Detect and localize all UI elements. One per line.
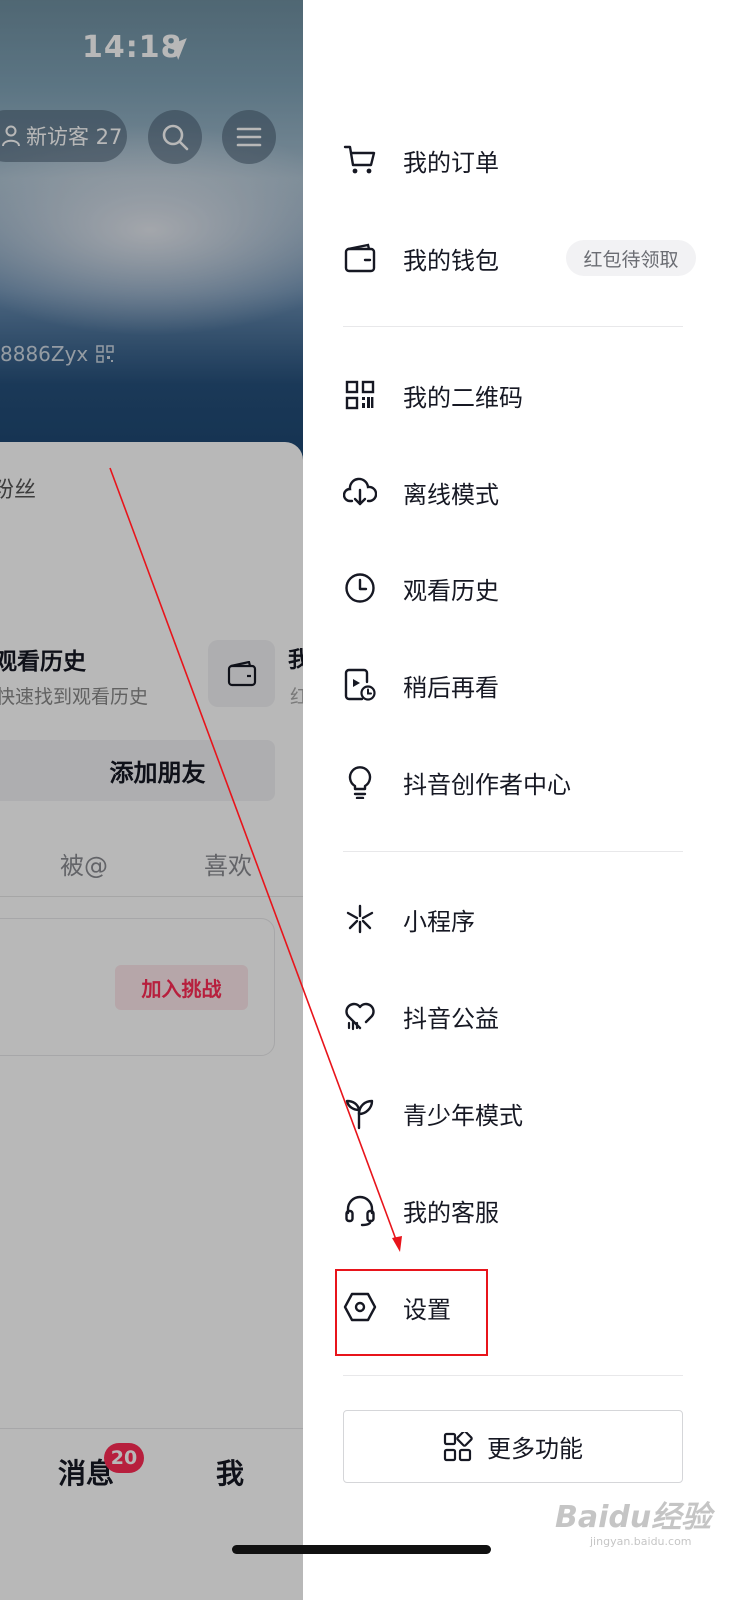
douyin-id-text: 8886Zyx <box>0 342 89 366</box>
red-packet-badge[interactable]: 红包待领取 <box>566 240 696 276</box>
annotation-highlight-box <box>335 1269 488 1356</box>
cloud-download-icon <box>338 470 382 514</box>
douyin-id: 8886Zyx <box>0 342 115 366</box>
menu-item-label: 稍后再看 <box>403 673 499 702</box>
mini-program-icon <box>338 897 382 941</box>
tab-likes[interactable]: 喜欢 <box>204 846 252 881</box>
headset-icon <box>338 1188 382 1232</box>
menu-item-label: 青少年模式 <box>403 1101 523 1130</box>
menu-item-label: 抖音创作者中心 <box>403 770 571 799</box>
charity-heart-icon <box>338 994 382 1038</box>
watermark-logo: Baidu经验 <box>555 1500 712 1535</box>
menu-item-label: 我的二维码 <box>403 383 523 412</box>
nav-me[interactable]: 我 <box>216 1452 244 1492</box>
wallet-icon <box>227 660 256 686</box>
menu-item-label: 观看历史 <box>403 576 499 605</box>
tabs-divider <box>0 896 303 897</box>
person-icon <box>2 125 20 147</box>
qrcode-small-icon[interactable] <box>96 345 115 363</box>
history-shortcut-subtitle: 快速找到观看历史 <box>0 686 149 708</box>
more-features-button[interactable]: 更多功能 <box>343 1410 683 1483</box>
menu-item-watch-later[interactable]: 稍后再看 <box>338 655 698 715</box>
sprout-icon <box>338 1091 382 1135</box>
clock-icon <box>338 566 382 610</box>
wallet-shortcut-title: 我 <box>288 648 303 673</box>
profile-banner <box>0 0 303 470</box>
menu-item-offline-mode[interactable]: 离线模式 <box>338 462 698 522</box>
menu-item-watch-history[interactable]: 观看历史 <box>338 558 698 618</box>
menu-item-teen-mode[interactable]: 青少年模式 <box>338 1083 698 1143</box>
wallet-icon <box>338 236 382 280</box>
tab-mentions[interactable]: 被@ <box>60 846 108 881</box>
menu-item-charity[interactable]: 抖音公益 <box>338 986 698 1046</box>
menu-divider <box>343 326 683 327</box>
wallet-shortcut-tile[interactable] <box>208 640 275 707</box>
fans-label: 粉丝 <box>0 478 37 503</box>
menu-item-label: 我的钱包 <box>403 246 499 275</box>
menu-item-orders[interactable]: 我的订单 <box>338 130 698 190</box>
menu-item-creator-center[interactable]: 抖音创作者中心 <box>338 752 698 812</box>
wallet-shortcut-subtitle: 红 <box>290 686 303 708</box>
bottom-nav <box>0 1428 303 1600</box>
new-visitors-label: 新访客 27 <box>26 125 123 149</box>
menu-item-customer-service[interactable]: 我的客服 <box>338 1180 698 1240</box>
messages-badge: 20 <box>104 1443 144 1473</box>
search-button[interactable] <box>148 110 202 164</box>
home-indicator[interactable] <box>232 1545 491 1554</box>
search-icon <box>162 124 189 151</box>
menu-item-label: 我的客服 <box>403 1198 499 1227</box>
profile-page-background: 14:18 新访客 27 8886Zyx 粉丝 观看历史 快速找到观看历史 我 … <box>0 0 303 1600</box>
cart-icon <box>338 138 382 182</box>
menu-divider <box>343 851 683 852</box>
new-visitors-button[interactable]: 新访客 27 <box>0 110 127 162</box>
add-friend-button[interactable]: 添加朋友 <box>0 740 275 801</box>
join-challenge-button[interactable]: 加入挑战 <box>115 965 248 1010</box>
menu-item-qrcode[interactable]: 我的二维码 <box>338 365 698 425</box>
hamburger-icon <box>236 127 262 147</box>
grid-apps-icon <box>443 1431 473 1461</box>
watermark-url: jingyan.baidu.com <box>590 1535 692 1548</box>
menu-divider <box>343 1375 683 1376</box>
menu-item-mini-program[interactable]: 小程序 <box>338 889 698 949</box>
menu-item-label: 抖音公益 <box>403 1004 499 1033</box>
menu-item-label: 小程序 <box>403 907 475 936</box>
lightbulb-icon <box>338 760 382 804</box>
location-arrow-icon <box>165 38 187 60</box>
menu-button[interactable] <box>222 110 276 164</box>
menu-item-label: 离线模式 <box>403 480 499 509</box>
menu-item-label: 我的订单 <box>403 148 499 177</box>
more-features-label: 更多功能 <box>487 1435 583 1463</box>
history-shortcut-title[interactable]: 观看历史 <box>0 642 86 676</box>
watch-later-icon <box>338 663 382 707</box>
qrcode-icon <box>338 373 382 417</box>
